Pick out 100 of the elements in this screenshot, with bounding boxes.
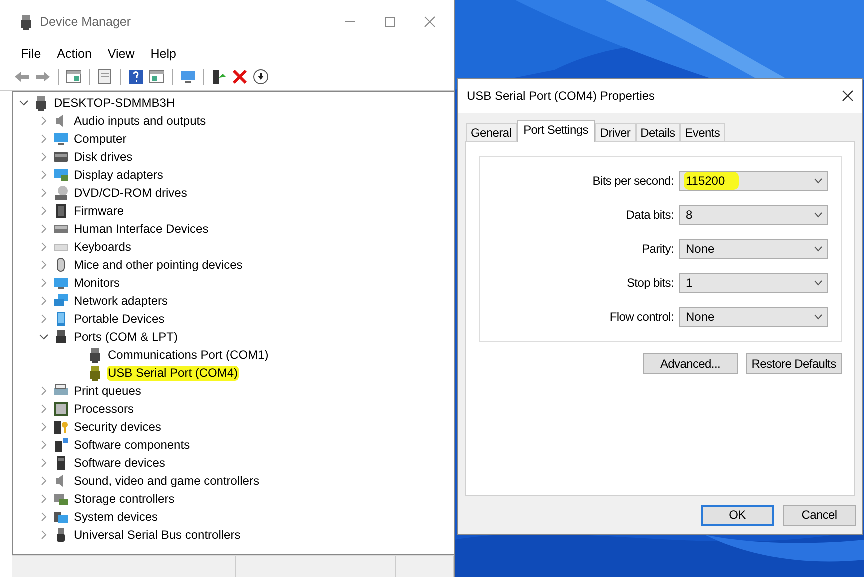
dropdown[interactable]: 8 <box>679 205 828 225</box>
monitor-icon[interactable] <box>180 69 196 85</box>
button[interactable]: Cancel <box>783 504 856 526</box>
forward-icon[interactable] <box>35 69 51 85</box>
expand-chevron-icon[interactable] <box>39 260 49 270</box>
close-icon[interactable] <box>842 90 854 102</box>
device-icon <box>53 185 69 201</box>
tree-item[interactable]: Processors <box>73 402 136 416</box>
device-icon <box>53 293 69 309</box>
tree-item[interactable]: Human Interface Devices <box>73 222 210 236</box>
collapse-chevron-icon[interactable] <box>19 98 29 108</box>
tree-item[interactable]: Print queues <box>73 384 142 398</box>
expand-chevron-icon[interactable] <box>39 242 49 252</box>
tree-item[interactable]: DVD/CD-ROM drives <box>73 186 188 200</box>
tree-item[interactable]: Disk drives <box>73 150 134 164</box>
field-label: Data bits: <box>626 208 674 222</box>
expand-chevron-icon[interactable] <box>39 116 49 126</box>
device-icon <box>53 491 69 507</box>
chevron-icon <box>814 212 823 218</box>
expand-chevron-icon[interactable] <box>39 458 49 468</box>
expand-chevron-icon[interactable] <box>39 512 49 522</box>
expand-chevron-icon[interactable] <box>39 170 49 180</box>
tree-item[interactable]: Keyboards <box>73 240 132 254</box>
dropdown[interactable]: 115200 <box>679 171 828 191</box>
expand-chevron-icon[interactable] <box>39 296 49 306</box>
tree-item[interactable]: Ports (COM & LPT) <box>73 330 180 344</box>
chevron-icon <box>814 246 823 252</box>
tree-item[interactable]: Software devices <box>73 456 166 470</box>
device-arrow-icon[interactable] <box>211 69 227 85</box>
expand-chevron-icon[interactable] <box>39 224 49 234</box>
tab[interactable]: Events <box>680 123 726 141</box>
expand-chevron-icon[interactable] <box>39 152 49 162</box>
tree-item[interactable]: DESKTOP-SDMMB3H <box>53 96 176 110</box>
tab[interactable]: Driver <box>595 123 636 141</box>
button[interactable]: Restore Defaults <box>746 353 842 374</box>
tree-item[interactable]: USB Serial Port (COM4) <box>107 366 240 380</box>
expand-chevron-icon[interactable] <box>39 188 49 198</box>
tab[interactable]: Details <box>636 123 680 141</box>
menu-item[interactable]: Help <box>142 47 184 61</box>
expand-chevron-icon[interactable] <box>39 476 49 486</box>
menu-item[interactable]: Action <box>48 47 99 61</box>
expand-chevron-icon[interactable] <box>39 134 49 144</box>
computer-icon <box>33 95 49 111</box>
device-icon <box>53 509 69 525</box>
chevron-icon <box>814 280 823 286</box>
tree-item[interactable]: Mice and other pointing devices <box>73 258 244 272</box>
expand-chevron-icon[interactable] <box>39 440 49 450</box>
device-icon <box>53 329 69 345</box>
panel-icon[interactable] <box>66 69 82 85</box>
field-label: Flow control: <box>610 310 674 324</box>
tree-item[interactable]: Audio inputs and outputs <box>73 114 208 128</box>
tree-item[interactable]: Monitors <box>73 276 122 290</box>
expand-chevron-icon[interactable] <box>39 494 49 504</box>
button[interactable]: OK <box>701 504 774 526</box>
tree-item[interactable]: Network adapters <box>73 294 170 308</box>
tree-item[interactable]: System devices <box>73 510 160 524</box>
expand-chevron-icon[interactable] <box>39 314 49 324</box>
menu-item[interactable]: View <box>98 47 142 61</box>
dropdown[interactable]: None <box>679 239 828 259</box>
field-label: Stop bits: <box>626 276 674 290</box>
tree-item[interactable]: Portable Devices <box>73 312 166 326</box>
tab[interactable]: Port Settings <box>516 120 596 142</box>
expand-chevron-icon[interactable] <box>39 386 49 396</box>
port-icon <box>87 365 103 381</box>
tab[interactable]: General <box>466 123 517 141</box>
panel-icon[interactable] <box>149 69 165 85</box>
tree-item[interactable]: Universal Serial Bus controllers <box>73 528 242 542</box>
device-icon <box>53 275 69 291</box>
field-label: Bits per second: <box>592 174 674 188</box>
dropdown[interactable]: None <box>679 307 828 327</box>
delete-icon[interactable] <box>232 69 248 85</box>
device-manager-icon <box>18 14 34 30</box>
button[interactable]: Advanced... <box>643 353 738 374</box>
dropdown[interactable]: 1 <box>679 273 828 293</box>
device-icon <box>53 149 69 165</box>
device-icon <box>53 203 69 219</box>
tree-item[interactable]: Communications Port (COM1) <box>107 348 270 362</box>
expand-chevron-icon[interactable] <box>39 404 49 414</box>
expand-chevron-icon[interactable] <box>39 206 49 216</box>
expand-chevron-icon[interactable] <box>39 530 49 540</box>
chevron-icon <box>814 178 823 184</box>
device-icon <box>53 419 69 435</box>
chevron-icon <box>814 314 823 320</box>
tree-item[interactable]: Display adapters <box>73 168 164 182</box>
back-icon[interactable] <box>14 69 30 85</box>
tree-item[interactable]: Firmware <box>73 204 125 218</box>
device-icon <box>53 131 69 147</box>
tree-item[interactable]: Sound, video and game controllers <box>73 474 260 488</box>
expand-chevron-icon[interactable] <box>39 422 49 432</box>
properties-icon[interactable] <box>97 69 113 85</box>
menu-item[interactable]: File <box>12 47 48 61</box>
tree-item[interactable]: Computer <box>73 132 128 146</box>
tree-item[interactable]: Storage controllers <box>73 492 176 506</box>
tree-item[interactable]: Software components <box>73 438 192 452</box>
window-title: Device Manager <box>40 15 132 29</box>
expand-chevron-icon[interactable] <box>39 278 49 288</box>
maximize-icon <box>384 16 396 28</box>
tree-item[interactable]: Security devices <box>73 420 162 434</box>
collapse-chevron-icon[interactable] <box>39 332 49 342</box>
help-icon[interactable] <box>128 69 144 85</box>
